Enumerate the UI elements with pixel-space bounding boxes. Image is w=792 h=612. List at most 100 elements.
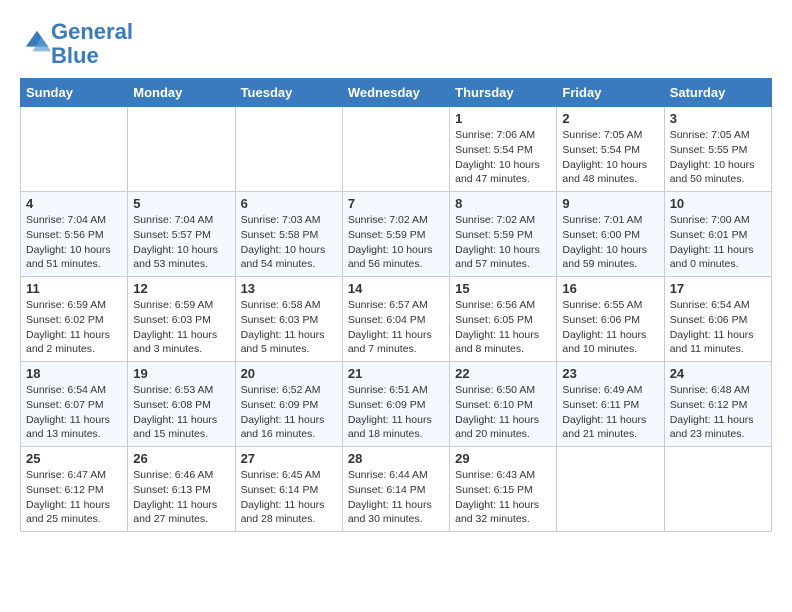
day-number: 6 bbox=[241, 196, 337, 211]
header-monday: Monday bbox=[128, 79, 235, 107]
day-number: 9 bbox=[562, 196, 658, 211]
calendar-cell: 17 Sunrise: 6:54 AM Sunset: 6:06 PM Dayli… bbox=[664, 277, 771, 362]
cell-content: Sunrise: 6:47 AM Sunset: 6:12 PM Dayligh… bbox=[26, 468, 122, 527]
day-number: 19 bbox=[133, 366, 229, 381]
page-header: General Blue bbox=[20, 20, 772, 68]
calendar-week-row: 1 Sunrise: 7:06 AM Sunset: 5:54 PM Daylig… bbox=[21, 107, 772, 192]
day-number: 27 bbox=[241, 451, 337, 466]
logo: General Blue bbox=[20, 20, 133, 68]
day-number: 28 bbox=[348, 451, 444, 466]
cell-content: Sunrise: 7:00 AM Sunset: 6:01 PM Dayligh… bbox=[670, 213, 766, 272]
calendar-cell: 18 Sunrise: 6:54 AM Sunset: 6:07 PM Dayli… bbox=[21, 362, 128, 447]
cell-content: Sunrise: 6:46 AM Sunset: 6:13 PM Dayligh… bbox=[133, 468, 229, 527]
calendar-cell: 13 Sunrise: 6:58 AM Sunset: 6:03 PM Dayli… bbox=[235, 277, 342, 362]
calendar-cell: 4Sunrise: 7:04 AM Sunset: 5:56 PM Daylig… bbox=[21, 192, 128, 277]
cell-content: Sunrise: 7:06 AM Sunset: 5:54 PM Dayligh… bbox=[455, 128, 551, 187]
calendar-cell: 25 Sunrise: 6:47 AM Sunset: 6:12 PM Dayli… bbox=[21, 447, 128, 532]
calendar-cell: 9 Sunrise: 7:01 AM Sunset: 6:00 PM Daylig… bbox=[557, 192, 664, 277]
calendar-cell: 26Sunrise: 6:46 AM Sunset: 6:13 PM Dayli… bbox=[128, 447, 235, 532]
day-number: 13 bbox=[241, 281, 337, 296]
logo-icon bbox=[23, 28, 51, 56]
calendar-cell: 6 Sunrise: 7:03 AM Sunset: 5:58 PM Daylig… bbox=[235, 192, 342, 277]
calendar-cell: 2Sunrise: 7:05 AM Sunset: 5:54 PM Daylig… bbox=[557, 107, 664, 192]
day-number: 20 bbox=[241, 366, 337, 381]
calendar-cell: 1 Sunrise: 7:06 AM Sunset: 5:54 PM Daylig… bbox=[450, 107, 557, 192]
header-thursday: Thursday bbox=[450, 79, 557, 107]
day-number: 24 bbox=[670, 366, 766, 381]
day-number: 22 bbox=[455, 366, 551, 381]
cell-content: Sunrise: 6:44 AM Sunset: 6:14 PM Dayligh… bbox=[348, 468, 444, 527]
day-number: 3 bbox=[670, 111, 766, 126]
day-number: 25 bbox=[26, 451, 122, 466]
cell-content: Sunrise: 6:49 AM Sunset: 6:11 PM Dayligh… bbox=[562, 383, 658, 442]
header-sunday: Sunday bbox=[21, 79, 128, 107]
calendar-header-row: SundayMondayTuesdayWednesdayThursdayFrid… bbox=[21, 79, 772, 107]
calendar-cell: 12 Sunrise: 6:59 AM Sunset: 6:03 PM Dayli… bbox=[128, 277, 235, 362]
calendar-week-row: 25 Sunrise: 6:47 AM Sunset: 6:12 PM Dayli… bbox=[21, 447, 772, 532]
calendar-cell: 10 Sunrise: 7:00 AM Sunset: 6:01 PM Dayli… bbox=[664, 192, 771, 277]
cell-content: Sunrise: 6:56 AM Sunset: 6:05 PM Dayligh… bbox=[455, 298, 551, 357]
calendar-table: SundayMondayTuesdayWednesdayThursdayFrid… bbox=[20, 78, 772, 532]
header-saturday: Saturday bbox=[664, 79, 771, 107]
calendar-cell: 27 Sunrise: 6:45 AM Sunset: 6:14 PM Dayli… bbox=[235, 447, 342, 532]
calendar-cell: 24 Sunrise: 6:48 AM Sunset: 6:12 PM Dayli… bbox=[664, 362, 771, 447]
cell-content: Sunrise: 7:02 AM Sunset: 5:59 PM Dayligh… bbox=[455, 213, 551, 272]
cell-content: Sunrise: 6:48 AM Sunset: 6:12 PM Dayligh… bbox=[670, 383, 766, 442]
calendar-cell: 21Sunrise: 6:51 AM Sunset: 6:09 PM Dayli… bbox=[342, 362, 449, 447]
cell-content: Sunrise: 7:03 AM Sunset: 5:58 PM Dayligh… bbox=[241, 213, 337, 272]
day-number: 12 bbox=[133, 281, 229, 296]
header-wednesday: Wednesday bbox=[342, 79, 449, 107]
day-number: 29 bbox=[455, 451, 551, 466]
day-number: 17 bbox=[670, 281, 766, 296]
calendar-cell: 19 Sunrise: 6:53 AM Sunset: 6:08 PM Dayli… bbox=[128, 362, 235, 447]
cell-content: Sunrise: 6:58 AM Sunset: 6:03 PM Dayligh… bbox=[241, 298, 337, 357]
cell-content: Sunrise: 6:55 AM Sunset: 6:06 PM Dayligh… bbox=[562, 298, 658, 357]
cell-content: Sunrise: 6:51 AM Sunset: 6:09 PM Dayligh… bbox=[348, 383, 444, 442]
cell-content: Sunrise: 6:54 AM Sunset: 6:07 PM Dayligh… bbox=[26, 383, 122, 442]
cell-content: Sunrise: 6:57 AM Sunset: 6:04 PM Dayligh… bbox=[348, 298, 444, 357]
day-number: 7 bbox=[348, 196, 444, 211]
cell-content: Sunrise: 6:45 AM Sunset: 6:14 PM Dayligh… bbox=[241, 468, 337, 527]
day-number: 16 bbox=[562, 281, 658, 296]
calendar-cell: 11 Sunrise: 6:59 AM Sunset: 6:02 PM Dayli… bbox=[21, 277, 128, 362]
cell-content: Sunrise: 6:54 AM Sunset: 6:06 PM Dayligh… bbox=[670, 298, 766, 357]
day-number: 11 bbox=[26, 281, 122, 296]
calendar-cell bbox=[128, 107, 235, 192]
cell-content: Sunrise: 6:43 AM Sunset: 6:15 PM Dayligh… bbox=[455, 468, 551, 527]
calendar-cell: 7 Sunrise: 7:02 AM Sunset: 5:59 PM Daylig… bbox=[342, 192, 449, 277]
calendar-cell: 28 Sunrise: 6:44 AM Sunset: 6:14 PM Dayli… bbox=[342, 447, 449, 532]
day-number: 10 bbox=[670, 196, 766, 211]
calendar-cell: 8 Sunrise: 7:02 AM Sunset: 5:59 PM Daylig… bbox=[450, 192, 557, 277]
cell-content: Sunrise: 7:05 AM Sunset: 5:54 PM Dayligh… bbox=[562, 128, 658, 187]
calendar-cell: 14Sunrise: 6:57 AM Sunset: 6:04 PM Dayli… bbox=[342, 277, 449, 362]
cell-content: Sunrise: 6:59 AM Sunset: 6:03 PM Dayligh… bbox=[133, 298, 229, 357]
logo-text: General Blue bbox=[51, 20, 133, 68]
cell-content: Sunrise: 7:05 AM Sunset: 5:55 PM Dayligh… bbox=[670, 128, 766, 187]
cell-content: Sunrise: 6:59 AM Sunset: 6:02 PM Dayligh… bbox=[26, 298, 122, 357]
calendar-cell: 15 Sunrise: 6:56 AM Sunset: 6:05 PM Dayli… bbox=[450, 277, 557, 362]
cell-content: Sunrise: 6:53 AM Sunset: 6:08 PM Dayligh… bbox=[133, 383, 229, 442]
calendar-cell bbox=[21, 107, 128, 192]
calendar-cell bbox=[664, 447, 771, 532]
calendar-cell: 20 Sunrise: 6:52 AM Sunset: 6:09 PM Dayli… bbox=[235, 362, 342, 447]
day-number: 15 bbox=[455, 281, 551, 296]
day-number: 18 bbox=[26, 366, 122, 381]
header-tuesday: Tuesday bbox=[235, 79, 342, 107]
day-number: 8 bbox=[455, 196, 551, 211]
cell-content: Sunrise: 7:01 AM Sunset: 6:00 PM Dayligh… bbox=[562, 213, 658, 272]
day-number: 23 bbox=[562, 366, 658, 381]
cell-content: Sunrise: 6:52 AM Sunset: 6:09 PM Dayligh… bbox=[241, 383, 337, 442]
calendar-cell: 16 Sunrise: 6:55 AM Sunset: 6:06 PM Dayli… bbox=[557, 277, 664, 362]
day-number: 1 bbox=[455, 111, 551, 126]
cell-content: Sunrise: 6:50 AM Sunset: 6:10 PM Dayligh… bbox=[455, 383, 551, 442]
cell-content: Sunrise: 7:02 AM Sunset: 5:59 PM Dayligh… bbox=[348, 213, 444, 272]
calendar-week-row: 18 Sunrise: 6:54 AM Sunset: 6:07 PM Dayli… bbox=[21, 362, 772, 447]
calendar-cell bbox=[342, 107, 449, 192]
day-number: 5 bbox=[133, 196, 229, 211]
cell-content: Sunrise: 7:04 AM Sunset: 5:57 PM Dayligh… bbox=[133, 213, 229, 272]
calendar-cell: 22 Sunrise: 6:50 AM Sunset: 6:10 PM Dayli… bbox=[450, 362, 557, 447]
calendar-cell bbox=[235, 107, 342, 192]
calendar-week-row: 4Sunrise: 7:04 AM Sunset: 5:56 PM Daylig… bbox=[21, 192, 772, 277]
calendar-cell: 5 Sunrise: 7:04 AM Sunset: 5:57 PM Daylig… bbox=[128, 192, 235, 277]
calendar-cell: 29 Sunrise: 6:43 AM Sunset: 6:15 PM Dayli… bbox=[450, 447, 557, 532]
